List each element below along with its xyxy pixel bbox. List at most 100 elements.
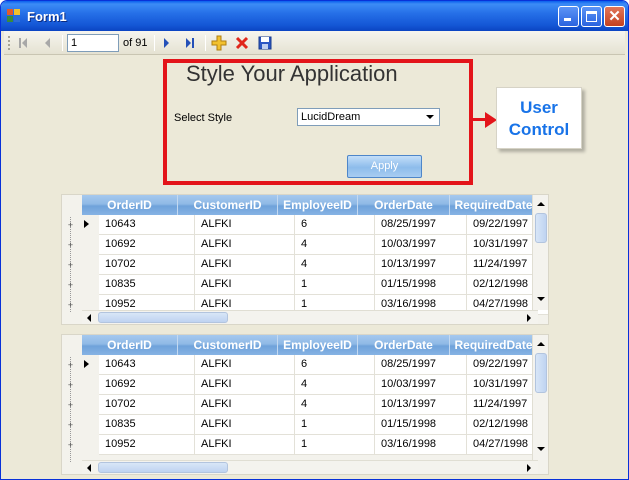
column-header[interactable]: EmployeeID — [278, 335, 358, 355]
scroll-left-button[interactable] — [82, 311, 96, 324]
table-cell[interactable]: ALFKI — [195, 215, 295, 235]
table-cell[interactable]: 10/13/1997 — [375, 395, 467, 415]
column-header[interactable]: OrderDate — [358, 335, 450, 355]
scroll-up-button[interactable] — [534, 337, 548, 351]
table-cell[interactable]: 4 — [295, 375, 375, 395]
scroll-right-button[interactable] — [522, 461, 536, 474]
table-cell[interactable]: 10/03/1997 — [375, 375, 467, 395]
expand-icon[interactable]: + — [66, 361, 75, 370]
column-header[interactable]: OrderDate — [358, 195, 450, 215]
table-row[interactable]: +10952 ALFKI 1 03/16/1998 04/27/1998 — [62, 435, 548, 455]
table-cell[interactable]: ALFKI — [195, 275, 295, 295]
table-cell[interactable]: ALFKI — [195, 395, 295, 415]
expand-icon[interactable]: + — [66, 261, 75, 270]
save-button[interactable] — [256, 34, 274, 52]
column-header[interactable]: RequiredDate — [450, 195, 538, 215]
table-cell[interactable]: 08/25/1997 — [375, 355, 467, 375]
close-button[interactable]: ✕ — [604, 6, 625, 27]
orders-grid-1[interactable]: OrderID CustomerID EmployeeID OrderDate Requ… — [61, 194, 549, 325]
scroll-down-button[interactable] — [534, 292, 548, 306]
scroll-thumb[interactable] — [98, 462, 228, 473]
column-header[interactable]: RequiredDate — [450, 335, 538, 355]
table-cell[interactable]: 10702 — [99, 395, 195, 415]
table-row[interactable]: +10702 ALFKI 4 10/13/1997 11/24/1997 — [62, 395, 548, 415]
vertical-scrollbar[interactable] — [532, 335, 548, 460]
move-next-button[interactable] — [158, 34, 176, 52]
expand-icon[interactable]: + — [66, 241, 75, 250]
expand-icon[interactable]: + — [66, 421, 75, 430]
scroll-up-button[interactable] — [534, 197, 548, 211]
table-cell[interactable]: 6 — [295, 355, 375, 375]
close-icon: ✕ — [608, 8, 621, 25]
table-cell[interactable]: ALFKI — [195, 235, 295, 255]
position-input[interactable]: 1 — [67, 34, 119, 52]
title-bar[interactable]: Form1 ✕ — [1, 1, 628, 31]
move-last-button[interactable] — [181, 34, 199, 52]
expand-icon[interactable]: + — [66, 281, 75, 290]
table-row[interactable]: +10835 ALFKI 1 01/15/1998 02/12/1998 — [62, 275, 548, 295]
table-cell[interactable]: 4 — [295, 255, 375, 275]
expand-icon[interactable]: + — [66, 441, 75, 450]
table-row[interactable]: +10835 ALFKI 1 01/15/1998 02/12/1998 — [62, 415, 548, 435]
table-cell[interactable]: 10702 — [99, 255, 195, 275]
expand-icon[interactable]: + — [66, 221, 75, 230]
scroll-thumb[interactable] — [98, 312, 228, 323]
horizontal-scrollbar[interactable] — [82, 310, 538, 324]
column-header[interactable]: OrderID — [82, 335, 178, 355]
table-cell[interactable]: 10835 — [99, 275, 195, 295]
column-header[interactable]: CustomerID — [178, 195, 278, 215]
table-row[interactable]: +10702 ALFKI 4 10/13/1997 11/24/1997 — [62, 255, 548, 275]
scroll-thumb[interactable] — [535, 353, 547, 393]
table-cell[interactable]: 08/25/1997 — [375, 215, 467, 235]
table-cell[interactable]: 01/15/1998 — [375, 275, 467, 295]
scroll-left-button[interactable] — [82, 461, 96, 474]
table-cell[interactable]: 10643 — [99, 355, 195, 375]
expand-icon[interactable]: + — [66, 401, 75, 410]
table-cell[interactable]: 10/03/1997 — [375, 235, 467, 255]
table-cell[interactable]: 01/15/1998 — [375, 415, 467, 435]
table-cell[interactable]: 1 — [295, 415, 375, 435]
scroll-left-icon — [87, 464, 91, 472]
table-cell[interactable]: 10952 — [99, 435, 195, 455]
table-cell[interactable]: ALFKI — [195, 355, 295, 375]
horizontal-scrollbar[interactable] — [82, 460, 538, 474]
table-cell[interactable]: 4 — [295, 235, 375, 255]
table-cell[interactable]: ALFKI — [195, 255, 295, 275]
table-cell[interactable]: 10643 — [99, 215, 195, 235]
table-row[interactable]: +10643 ALFKI 6 08/25/1997 09/22/1997 — [62, 215, 548, 235]
table-cell[interactable]: 10692 — [99, 375, 195, 395]
expand-icon[interactable]: + — [66, 301, 75, 310]
table-cell[interactable]: 1 — [295, 435, 375, 455]
expand-icon[interactable]: + — [66, 381, 75, 390]
move-first-button[interactable] — [14, 34, 32, 52]
table-cell[interactable]: 1 — [295, 275, 375, 295]
add-new-button[interactable] — [210, 34, 228, 52]
table-row[interactable]: +10692 ALFKI 4 10/03/1997 10/31/1997 — [62, 235, 548, 255]
orders-grid-2[interactable]: OrderID CustomerID EmployeeID OrderDate Requ… — [61, 334, 549, 475]
table-cell[interactable]: 10/13/1997 — [375, 255, 467, 275]
table-cell[interactable]: ALFKI — [195, 375, 295, 395]
column-header[interactable]: EmployeeID — [278, 195, 358, 215]
table-cell[interactable]: ALFKI — [195, 435, 295, 455]
scroll-down-button[interactable] — [534, 442, 548, 456]
table-cell[interactable]: 10835 — [99, 415, 195, 435]
vertical-scrollbar[interactable] — [532, 195, 548, 310]
toolbar-grip[interactable] — [8, 36, 11, 50]
move-previous-button[interactable] — [38, 34, 56, 52]
scroll-right-button[interactable] — [522, 311, 536, 324]
table-row[interactable]: +10692 ALFKI 4 10/03/1997 10/31/1997 — [62, 375, 548, 395]
table-row[interactable]: +10643 ALFKI 6 08/25/1997 09/22/1997 — [62, 355, 548, 375]
move-first-icon — [19, 38, 27, 48]
maximize-button[interactable] — [581, 6, 602, 27]
grid-header: OrderID CustomerID EmployeeID OrderDate Requ… — [62, 335, 538, 355]
table-cell[interactable]: ALFKI — [195, 415, 295, 435]
column-header[interactable]: CustomerID — [178, 335, 278, 355]
table-cell[interactable]: 6 — [295, 215, 375, 235]
table-cell[interactable]: 10692 — [99, 235, 195, 255]
delete-button[interactable] — [233, 34, 251, 52]
column-header[interactable]: OrderID — [82, 195, 178, 215]
minimize-button[interactable] — [558, 6, 579, 27]
table-cell[interactable]: 4 — [295, 395, 375, 415]
scroll-thumb[interactable] — [535, 213, 547, 243]
table-cell[interactable]: 03/16/1998 — [375, 435, 467, 455]
